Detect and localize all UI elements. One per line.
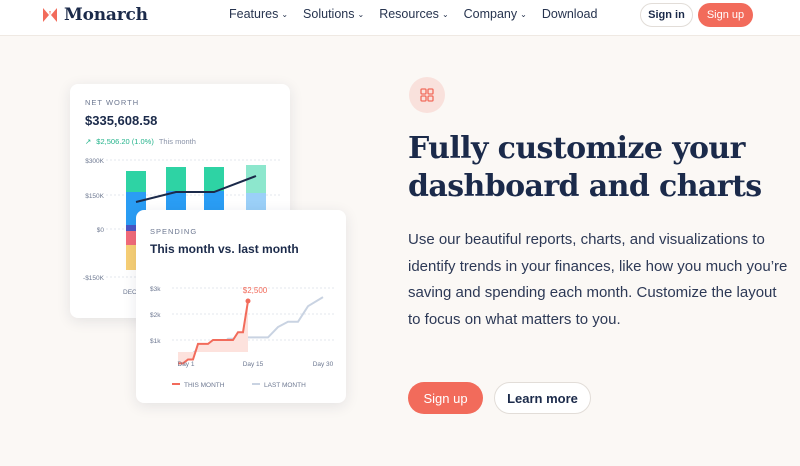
brand-logo[interactable]: Monarch — [42, 4, 148, 26]
feature-badge — [409, 77, 445, 113]
this-month-end-point — [245, 298, 251, 304]
legend-this-month: THIS MONTH — [184, 382, 225, 389]
y-tick-label: -$150K — [83, 275, 105, 282]
top-nav: Monarch Features ⌄ Solutions ⌄ Resources ⌄ … — [0, 0, 800, 36]
brand-name: Monarch — [64, 5, 148, 25]
y-tick-label: $2k — [150, 312, 161, 319]
y-tick-label: $0 — [97, 227, 105, 234]
bar-segment — [166, 167, 186, 191]
change-period: This month — [158, 137, 196, 146]
menu-download[interactable]: Download — [542, 7, 598, 21]
hero-body: Use our beautiful reports, charts, and v… — [408, 231, 788, 328]
hero-heading: Fully customize your dashboard and chart… — [408, 130, 788, 206]
chevron-down-icon: ⌄ — [357, 10, 365, 19]
x-tick-label: Day 1 — [178, 361, 195, 368]
hero-heading-line1: Fully customize your — [408, 131, 745, 166]
x-tick-label: Day 30 — [313, 361, 334, 368]
spending-series — [177, 296, 324, 365]
chevron-down-icon: ⌄ — [281, 10, 289, 19]
y-tick-label: $1k — [150, 338, 161, 345]
chevron-down-icon: ⌄ — [520, 10, 527, 19]
spending-chart: $3k $2k $1k $2,500 Day 1 Day 15 Day 30 T… — [150, 286, 336, 389]
menu-features[interactable]: Features ⌄ — [229, 7, 288, 21]
net-worth-value: $335,608.58 — [85, 113, 158, 128]
menu-resources[interactable]: Resources ⌄ — [379, 7, 448, 21]
hero-heading-line2: dashboard and charts — [408, 169, 762, 204]
menu-company-label: Company — [463, 7, 518, 21]
bar-segment — [204, 167, 224, 191]
menu-download-label: Download — [541, 7, 598, 21]
net-worth-label: NET WORTH — [85, 98, 140, 107]
legend-last-month: LAST MONTH — [264, 382, 306, 389]
bar-segment — [204, 191, 224, 211]
menu-solutions[interactable]: Solutions ⌄ — [303, 7, 364, 21]
last-month-line — [177, 296, 324, 363]
monarch-butterfly-icon — [43, 8, 57, 22]
bar-segment — [246, 193, 266, 211]
bar-segment — [126, 171, 146, 192]
change-amount: $2,506.20 (1.0%) — [96, 137, 154, 146]
spending-annotation: $2,500 — [243, 286, 268, 295]
grid-icon — [420, 88, 434, 102]
menu-company[interactable]: Company ⌄ — [464, 7, 527, 21]
x-tick-label: DEC — [123, 289, 137, 296]
y-tick-label: $300K — [85, 158, 104, 165]
net-worth-line — [135, 175, 257, 203]
menu-features-label: Features — [229, 7, 279, 21]
nav-signup-button[interactable]: Sign up — [698, 3, 753, 27]
x-tick-label: Day 15 — [243, 361, 264, 368]
spending-card: SPENDING This month vs. last month $3k $… — [136, 210, 346, 403]
signup-button[interactable]: Sign up — [408, 382, 483, 414]
main-menu: Features ⌄ Solutions ⌄ Resources ⌄ Company ⌄… — [229, 7, 597, 21]
chevron-down-icon: ⌄ — [441, 10, 449, 19]
signin-button[interactable]: Sign in — [640, 3, 693, 27]
arrow-up-right-icon: ↗ — [85, 137, 92, 146]
y-tick-label: $150K — [85, 193, 104, 200]
menu-resources-label: Resources — [379, 7, 439, 21]
learn-more-button[interactable]: Learn more — [494, 382, 591, 414]
y-tick-label: $3k — [150, 286, 161, 293]
net-worth-change: ↗ $2,506.20 (1.0%) This month — [85, 137, 196, 146]
menu-solutions-label: Solutions — [303, 7, 355, 21]
